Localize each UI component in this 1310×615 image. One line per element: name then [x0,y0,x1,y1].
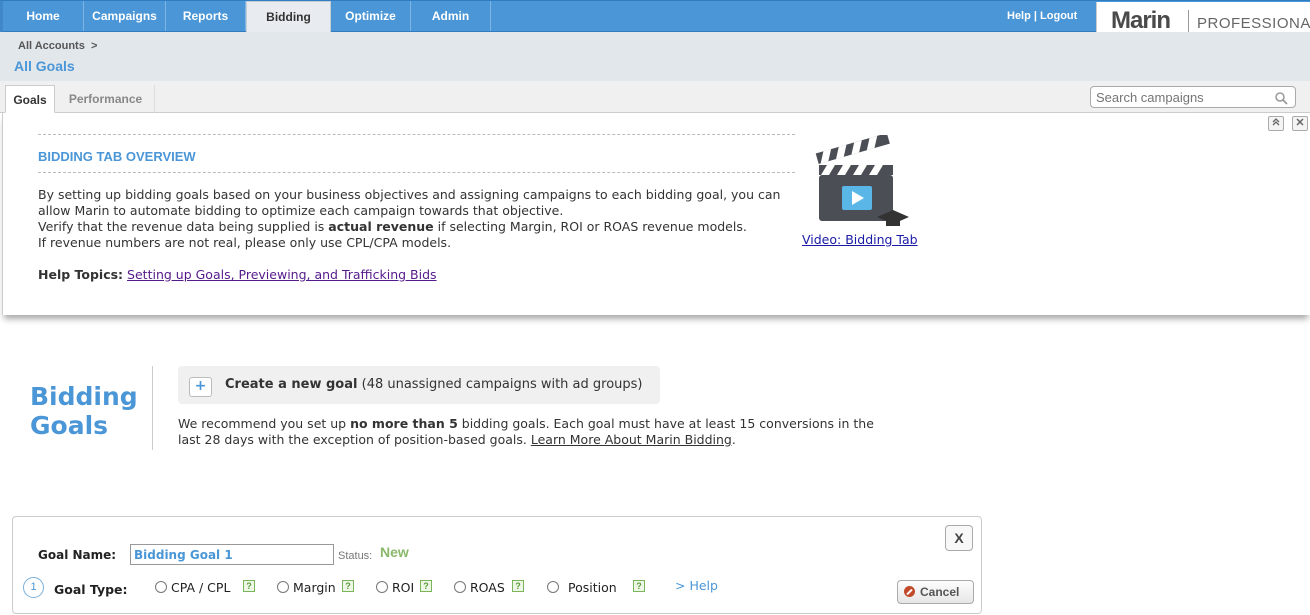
page-title: All Goals [14,58,75,74]
tab-reports[interactable]: Reports [166,1,246,31]
tab-campaigns[interactable]: Campaigns [84,1,166,31]
overview-para-1: By setting up bidding goals based on you… [38,187,781,218]
search-box [1090,86,1296,108]
radio-roi[interactable] [376,581,388,593]
radio-roas[interactable] [454,581,466,593]
breadcrumb-arrow: > [90,40,98,52]
cancel-button[interactable]: Cancel [897,580,974,604]
logo-word: Marin [1111,7,1171,34]
tab-admin[interactable]: Admin [411,1,491,31]
plus-icon[interactable]: + [189,377,212,397]
text: if selecting Margin, ROI or ROAS revenue… [433,219,747,234]
create-goal-label: Create a new goal (48 unassigned campaig… [225,377,643,392]
recommendation-text: We recommend you set up no more than 5 b… [178,416,898,448]
text: Verify that the revenue data being suppl… [38,219,329,234]
logout-link[interactable]: Logout [1040,10,1077,22]
cancel-icon [904,586,915,597]
bidding-goals-title: Bidding Goals [30,382,150,440]
nav-separator: | [1033,10,1037,22]
create-goal-bold: Create a new goal [225,377,358,392]
collapse-up-icon[interactable] [1268,116,1284,131]
cancel-label: Cancel [920,585,960,599]
goal-type-label: Goal Type: [54,582,128,597]
help-link[interactable]: Help [1007,10,1031,22]
title-line: Bidding [30,382,138,411]
overview-para-3: If revenue numbers are not real, please … [38,235,452,250]
help-question-icon[interactable]: ? [633,580,645,592]
close-icon[interactable] [1292,116,1308,131]
help-question-icon[interactable]: ? [512,580,524,592]
video-link[interactable]: Video: Bidding Tab [802,232,918,247]
goal-name-label: Goal Name: [38,548,117,562]
option-roas[interactable]: ROAS [470,580,505,595]
emphasis: no more than 5 [350,416,458,431]
status-label: Status: [338,550,373,562]
help-topics: Help Topics: Setting up Goals, Previewin… [38,267,437,282]
status-badge: New [380,544,409,560]
option-cpa-cpl[interactable]: CPA / CPL [171,580,230,595]
option-roi[interactable]: ROI [392,580,414,595]
help-question-icon[interactable]: ? [243,580,255,592]
text: We recommend you set up [178,416,351,431]
learn-more-link[interactable]: Learn More About Marin Bidding [531,432,732,447]
emphasis: actual revenue [328,219,434,234]
breadcrumb-all-accounts[interactable]: All Accounts [18,40,85,52]
radio-cpa-cpl[interactable] [155,581,167,593]
goal-form: X Goal Name: Status: New 1 Goal Type: CP… [12,516,982,614]
title-line: Goals [30,411,109,440]
tab-goals[interactable]: Goals [5,85,55,113]
help-topics-label: Help Topics: [38,267,124,282]
tab-home[interactable]: Home [3,1,84,31]
help-question-icon[interactable]: ? [342,580,354,592]
sub-tabs: Goals Performance [0,81,1310,113]
create-goal-count: (48 unassigned campaigns with ad groups) [357,377,643,392]
search-icon[interactable] [1275,90,1288,109]
radio-position[interactable] [547,581,559,593]
help-topics-link[interactable]: Setting up Goals, Previewing, and Traffi… [127,267,437,282]
divider [38,172,795,173]
help-link[interactable]: > Help [675,578,718,593]
overview-title: BIDDING TAB OVERVIEW [38,149,196,164]
text: . [731,432,736,447]
radio-margin[interactable] [277,581,289,593]
option-margin[interactable]: Margin [293,580,336,595]
goal-name-input[interactable] [130,544,334,565]
breadcrumb: All Accounts > [18,40,97,52]
overview-para-2: Verify that the revenue data being suppl… [38,219,798,235]
video-link-text[interactable]: Video: Bidding Tab [802,232,918,247]
logo-edition: PROFESSIONAL [1197,15,1310,32]
option-position[interactable]: Position [568,580,617,595]
help-logout: Help | Logout [1007,10,1077,22]
section-divider [152,366,153,450]
overview-panel: BIDDING TAB OVERVIEW By setting up biddi… [2,113,1310,315]
overview-text: By setting up bidding goals based on you… [38,187,798,251]
create-goal-button[interactable]: + Create a new goal (48 unassigned campa… [178,366,660,404]
tab-bidding[interactable]: Bidding [246,1,331,33]
divider [38,134,795,135]
breadcrumb-band: All Accounts > All Goals [0,32,1310,81]
tab-performance[interactable]: Performance [57,85,155,113]
video-clapper-icon[interactable] [815,133,911,233]
step-number: 1 [23,577,44,598]
search-input[interactable] [1091,87,1266,108]
tab-optimize[interactable]: Optimize [331,1,411,31]
close-goal-button[interactable]: X [945,525,973,551]
help-question-icon[interactable]: ? [420,580,432,592]
